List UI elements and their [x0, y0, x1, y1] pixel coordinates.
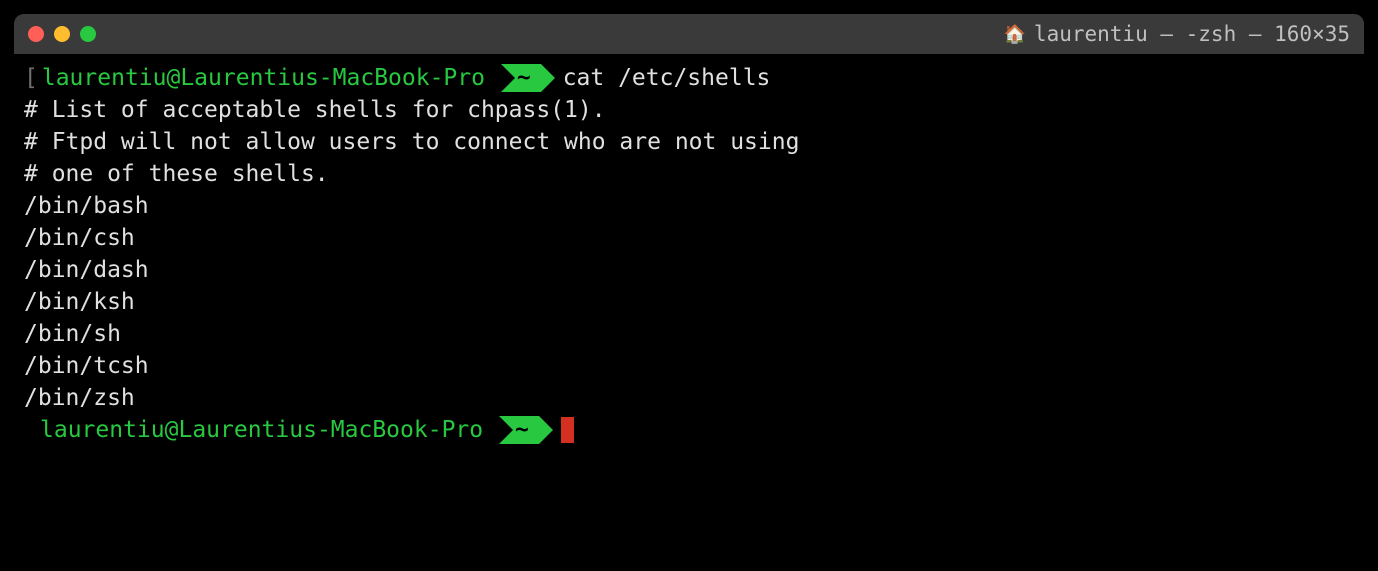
output-line: /bin/ksh [24, 286, 1354, 318]
home-icon: 🏠 [1004, 24, 1026, 45]
output-line: /bin/tcsh [24, 350, 1354, 382]
window-title: 🏠 laurentiu — -zsh — 160×35 [1004, 22, 1351, 46]
prompt-line: [ laurentiu@Laurentius-MacBook-Pro ~ cat… [24, 62, 1354, 94]
prompt-line-empty: laurentiu@Laurentius-MacBook-Pro ~ [24, 414, 1354, 446]
output-line: /bin/zsh [24, 382, 1354, 414]
maximize-button[interactable] [80, 26, 96, 42]
window-title-text: laurentiu — -zsh — 160×35 [1034, 22, 1350, 46]
close-button[interactable] [28, 26, 44, 42]
terminal-window: 🏠 laurentiu — -zsh — 160×35 [ laurentiu@… [14, 14, 1364, 557]
minimize-button[interactable] [54, 26, 70, 42]
output-line: /bin/bash [24, 190, 1354, 222]
traffic-lights [28, 26, 96, 42]
prompt-dir: ~ [515, 417, 529, 443]
terminal-body[interactable]: [ laurentiu@Laurentius-MacBook-Pro ~ cat… [14, 54, 1364, 557]
cursor [561, 417, 574, 443]
prompt-user-host: laurentiu@Laurentius-MacBook-Pro [40, 414, 483, 446]
command-text: cat /etc/shells [563, 62, 771, 94]
output-line: # one of these shells. [24, 158, 1354, 190]
output-line: # Ftpd will not allow users to connect w… [24, 126, 1354, 158]
prompt-user-host: laurentiu@Laurentius-MacBook-Pro [42, 62, 485, 94]
prompt-bracket: [ [24, 62, 38, 94]
prompt-dir-badge: ~ [501, 64, 555, 92]
prompt-dir-badge: ~ [499, 416, 553, 444]
title-bar: 🏠 laurentiu — -zsh — 160×35 [14, 14, 1364, 54]
prompt-dir: ~ [517, 65, 531, 91]
output-line: /bin/csh [24, 222, 1354, 254]
output-line: # List of acceptable shells for chpass(1… [24, 94, 1354, 126]
output-line: /bin/sh [24, 318, 1354, 350]
output-line: /bin/dash [24, 254, 1354, 286]
